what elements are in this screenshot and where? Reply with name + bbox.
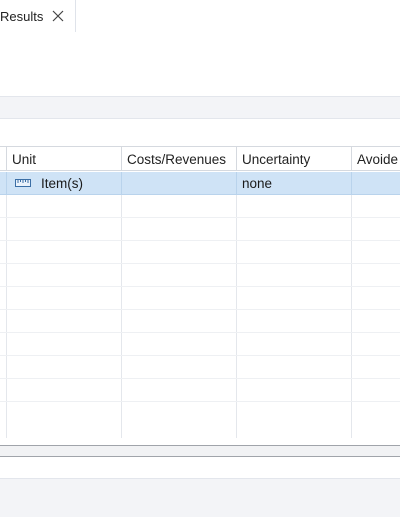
unit-cell[interactable]: Item(s) (6, 172, 121, 194)
column-header-uncertainty[interactable]: Uncertainty (236, 147, 351, 171)
section-separator (0, 96, 400, 119)
table-row-empty (0, 402, 400, 438)
section-separator-bottom (0, 478, 400, 517)
tab-results[interactable]: Results (0, 0, 76, 32)
table-row[interactable]: Item(s) none (0, 172, 400, 195)
table-row-empty (0, 195, 400, 218)
table-row-empty (0, 356, 400, 379)
unit-value: Item(s) (41, 176, 83, 191)
uncertainty-cell[interactable]: none (236, 172, 351, 194)
column-header-costs-revenues[interactable]: Costs/Revenues (121, 147, 236, 171)
editor-tab-bar: Results (0, 0, 400, 33)
table-row-empty (0, 264, 400, 287)
table-row-empty (0, 310, 400, 333)
top-panel (0, 32, 400, 96)
costs-cell[interactable] (121, 172, 236, 194)
table-header: Unit Costs/Revenues Uncertainty Avoide (0, 146, 400, 171)
avoided-cell[interactable] (351, 172, 400, 194)
horizontal-scrollbar[interactable] (0, 445, 400, 457)
table-row-empty (0, 287, 400, 310)
close-icon[interactable] (52, 10, 64, 22)
table-row-empty (0, 241, 400, 264)
tab-label: Results (0, 9, 44, 24)
column-header-avoided[interactable]: Avoide (351, 147, 400, 171)
table-row-empty (0, 218, 400, 241)
table-row-empty (0, 379, 400, 402)
unit-ruler-icon (15, 179, 31, 187)
column-header-unit[interactable]: Unit (6, 147, 121, 171)
table-row-empty (0, 333, 400, 356)
